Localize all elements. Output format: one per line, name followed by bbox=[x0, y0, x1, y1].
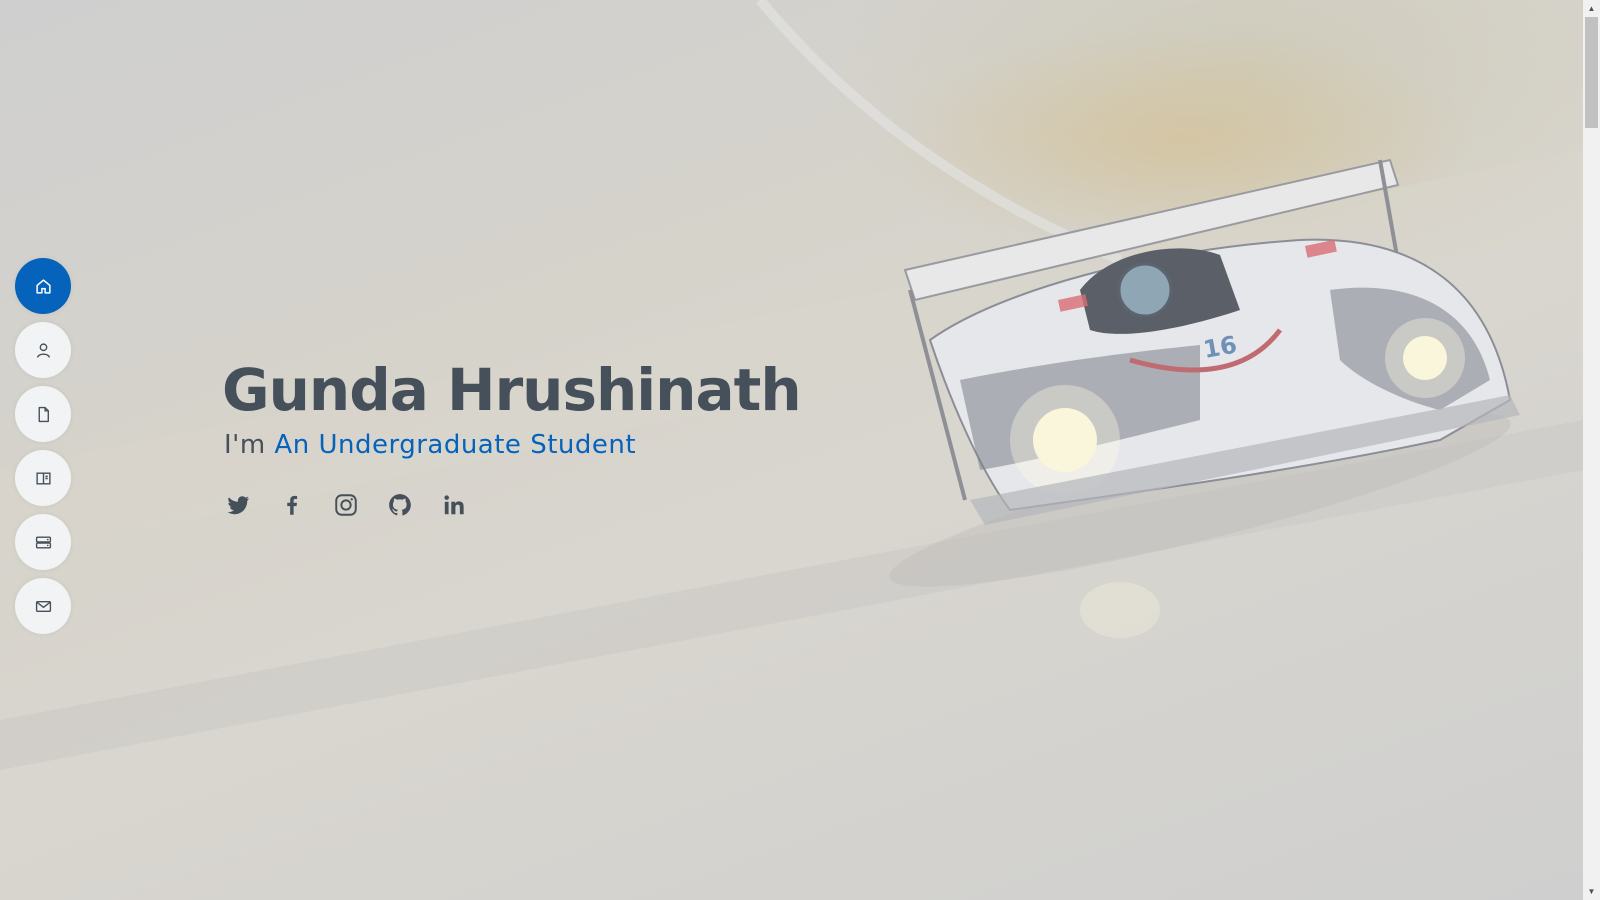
instagram-link[interactable] bbox=[331, 490, 361, 520]
envelope-icon bbox=[35, 600, 51, 612]
twitter-link[interactable] bbox=[223, 490, 253, 520]
twitter-icon bbox=[227, 496, 249, 515]
tagline-prefix: I'm bbox=[224, 430, 266, 460]
linkedin-icon bbox=[444, 495, 464, 515]
file-icon bbox=[38, 406, 49, 422]
book-half-icon bbox=[35, 471, 51, 485]
scrollbar-thumb[interactable] bbox=[1585, 17, 1598, 128]
nav-home-button[interactable] bbox=[15, 258, 71, 314]
hero-intro: Gunda Hrushinath I'm An Undergraduate St… bbox=[222, 354, 802, 520]
facebook-link[interactable] bbox=[277, 490, 307, 520]
side-navigation bbox=[15, 258, 71, 642]
person-icon bbox=[36, 342, 50, 358]
nav-contact-button[interactable] bbox=[15, 578, 71, 634]
server-icon bbox=[35, 535, 51, 549]
nav-about-button[interactable] bbox=[15, 322, 71, 378]
facebook-icon bbox=[287, 495, 298, 515]
home-icon bbox=[35, 278, 51, 294]
vertical-scrollbar[interactable]: ▲ ▼ bbox=[1583, 0, 1600, 900]
hero-name: Gunda Hrushinath bbox=[222, 356, 802, 424]
github-link[interactable] bbox=[385, 490, 415, 520]
nav-resume-button[interactable] bbox=[15, 386, 71, 442]
scroll-down-arrow-icon[interactable]: ▼ bbox=[1583, 883, 1600, 900]
scroll-up-arrow-icon[interactable]: ▲ bbox=[1583, 0, 1600, 17]
nav-services-button[interactable] bbox=[15, 514, 71, 570]
linkedin-link[interactable] bbox=[439, 490, 469, 520]
hero-tagline: I'm An Undergraduate Student bbox=[224, 430, 801, 460]
svg-text:16: 16 bbox=[1201, 331, 1239, 364]
github-icon bbox=[389, 494, 411, 516]
nav-portfolio-button[interactable] bbox=[15, 450, 71, 506]
instagram-icon bbox=[335, 494, 357, 516]
typed-text: An Undergraduate Student bbox=[274, 430, 637, 460]
social-links bbox=[223, 490, 801, 520]
